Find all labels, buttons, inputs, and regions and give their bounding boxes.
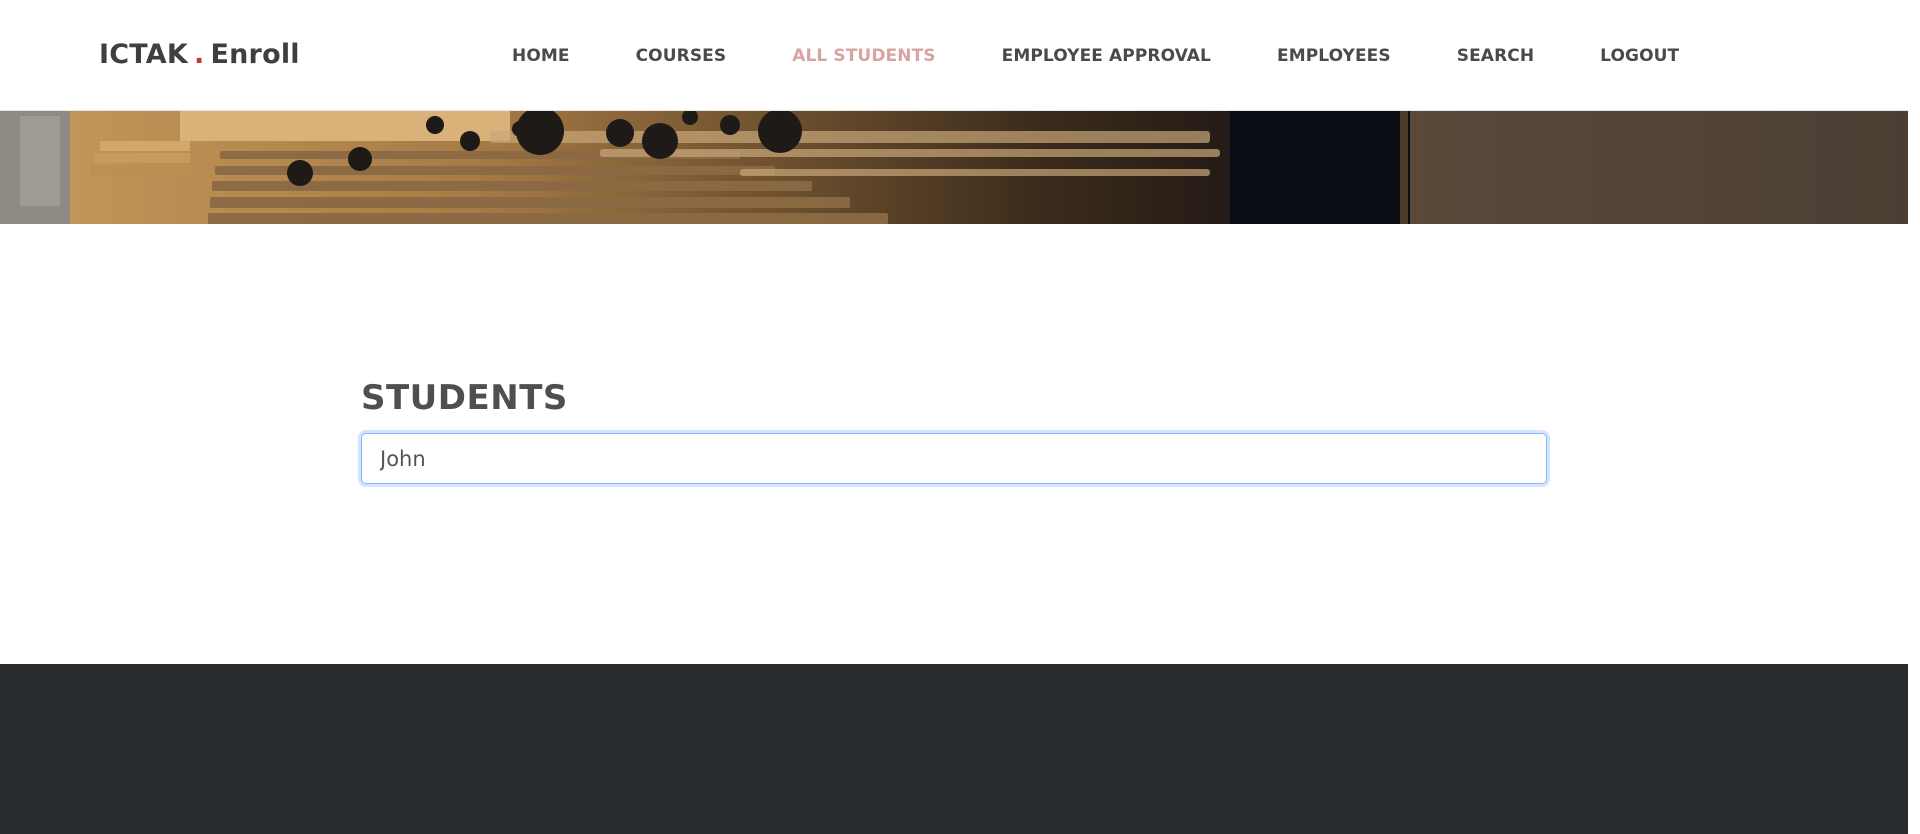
scrollbar-gutter — [1908, 0, 1920, 834]
nav-item-logout[interactable]: LOGOUT — [1600, 46, 1679, 66]
nav-links: HOME COURSES ALL STUDENTS EMPLOYEE APPRO… — [512, 46, 1679, 66]
page-title: STUDENTS — [361, 378, 568, 418]
brand-name-part2: Enroll — [210, 39, 300, 70]
students-section: STUDENTS — [0, 224, 1908, 664]
brand-dot: . — [194, 39, 205, 70]
footer — [0, 664, 1908, 834]
nav-item-search[interactable]: SEARCH — [1457, 46, 1534, 66]
navbar: ICTAK. Enroll HOME COURSES ALL STUDENTS E… — [0, 0, 1908, 111]
brand-logo[interactable]: ICTAK. Enroll — [99, 39, 300, 70]
nav-item-employees[interactable]: EMPLOYEES — [1277, 46, 1391, 66]
nav-item-employee-approval[interactable]: EMPLOYEE APPROVAL — [1002, 46, 1211, 66]
nav-item-home[interactable]: HOME — [512, 46, 570, 66]
page: ICTAK. Enroll HOME COURSES ALL STUDENTS E… — [0, 0, 1920, 834]
brand-name-part1: ICTAK — [99, 39, 189, 70]
student-search-input[interactable] — [361, 433, 1547, 484]
auditorium-illustration — [0, 111, 1908, 224]
content-wrapper: ICTAK. Enroll HOME COURSES ALL STUDENTS E… — [0, 0, 1908, 834]
hero-banner-image — [0, 111, 1908, 224]
nav-item-all-students[interactable]: ALL STUDENTS — [792, 46, 935, 66]
nav-item-courses[interactable]: COURSES — [636, 46, 727, 66]
